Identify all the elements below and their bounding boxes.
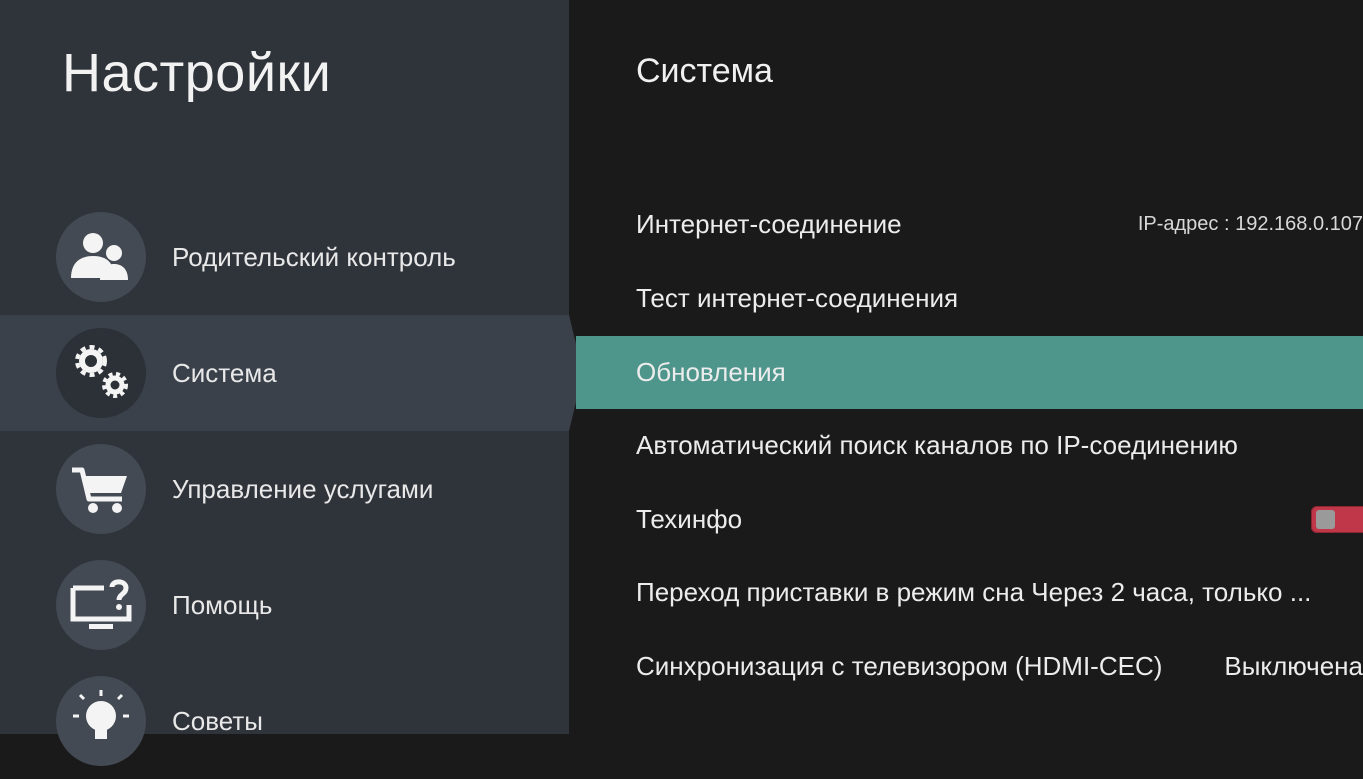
hdmi-cec-value: Выключена — [1224, 651, 1363, 681]
ip-address-value: IP-адрес : 192.168.0.107 — [1137, 213, 1363, 235]
sidebar-item-parental-control[interactable]: Родительский контроль — [0, 199, 569, 315]
sidebar-title: Настройки — [62, 43, 332, 103]
setting-label: Переход приставки в режим сна Через 2 ча… — [636, 577, 1312, 607]
setting-sleep-mode[interactable]: Переход приставки в режим сна Через 2 ча… — [576, 556, 1363, 629]
sidebar-item-label: Помощь — [172, 590, 273, 620]
sidebar-item-label: Система — [172, 358, 277, 388]
lightbulb-icon — [56, 676, 146, 766]
techinfo-toggle[interactable] — [1311, 506, 1363, 533]
sidebar-item-label: Управление услугами — [172, 474, 434, 504]
setting-label: Синхронизация с телевизором (HDMI-CEC) — [636, 651, 1163, 681]
sidebar-item-help[interactable]: Помощь — [0, 547, 569, 663]
sidebar-item-services[interactable]: Управление услугами — [0, 431, 569, 547]
setting-techinfo[interactable]: Техинфо — [576, 483, 1363, 556]
sidebar-item-system[interactable]: Система — [0, 315, 569, 431]
sidebar-item-tips[interactable]: Советы — [0, 663, 569, 779]
setting-label: Интернет-соединение — [636, 209, 902, 239]
gears-icon — [56, 328, 146, 418]
sidebar: Настройки Родительский контроль Система … — [0, 0, 569, 766]
help-monitor-icon — [56, 560, 146, 650]
setting-internet-test[interactable]: Тест интернет-соединения — [576, 262, 1363, 335]
cart-icon — [56, 444, 146, 534]
setting-label: Техинфо — [636, 504, 743, 534]
sidebar-item-label: Советы — [172, 706, 263, 736]
setting-updates[interactable]: Обновления — [576, 336, 1363, 409]
setting-label: Тест интернет-соединения — [636, 283, 959, 313]
parental-control-icon — [56, 212, 146, 302]
toggle-knob — [1316, 510, 1335, 529]
setting-internet-connection[interactable]: Интернет-соединение IP-адрес : 192.168.0… — [576, 188, 1363, 261]
setting-label: Автоматический поиск каналов по IP-соеди… — [636, 430, 1238, 460]
setting-auto-channel-search[interactable]: Автоматический поиск каналов по IP-соеди… — [576, 409, 1363, 482]
setting-hdmi-cec[interactable]: Синхронизация с телевизором (HDMI-CEC) В… — [576, 630, 1363, 703]
page-title: Система — [636, 52, 773, 90]
setting-label: Обновления — [636, 357, 786, 387]
sidebar-item-label: Родительский контроль — [172, 242, 456, 272]
